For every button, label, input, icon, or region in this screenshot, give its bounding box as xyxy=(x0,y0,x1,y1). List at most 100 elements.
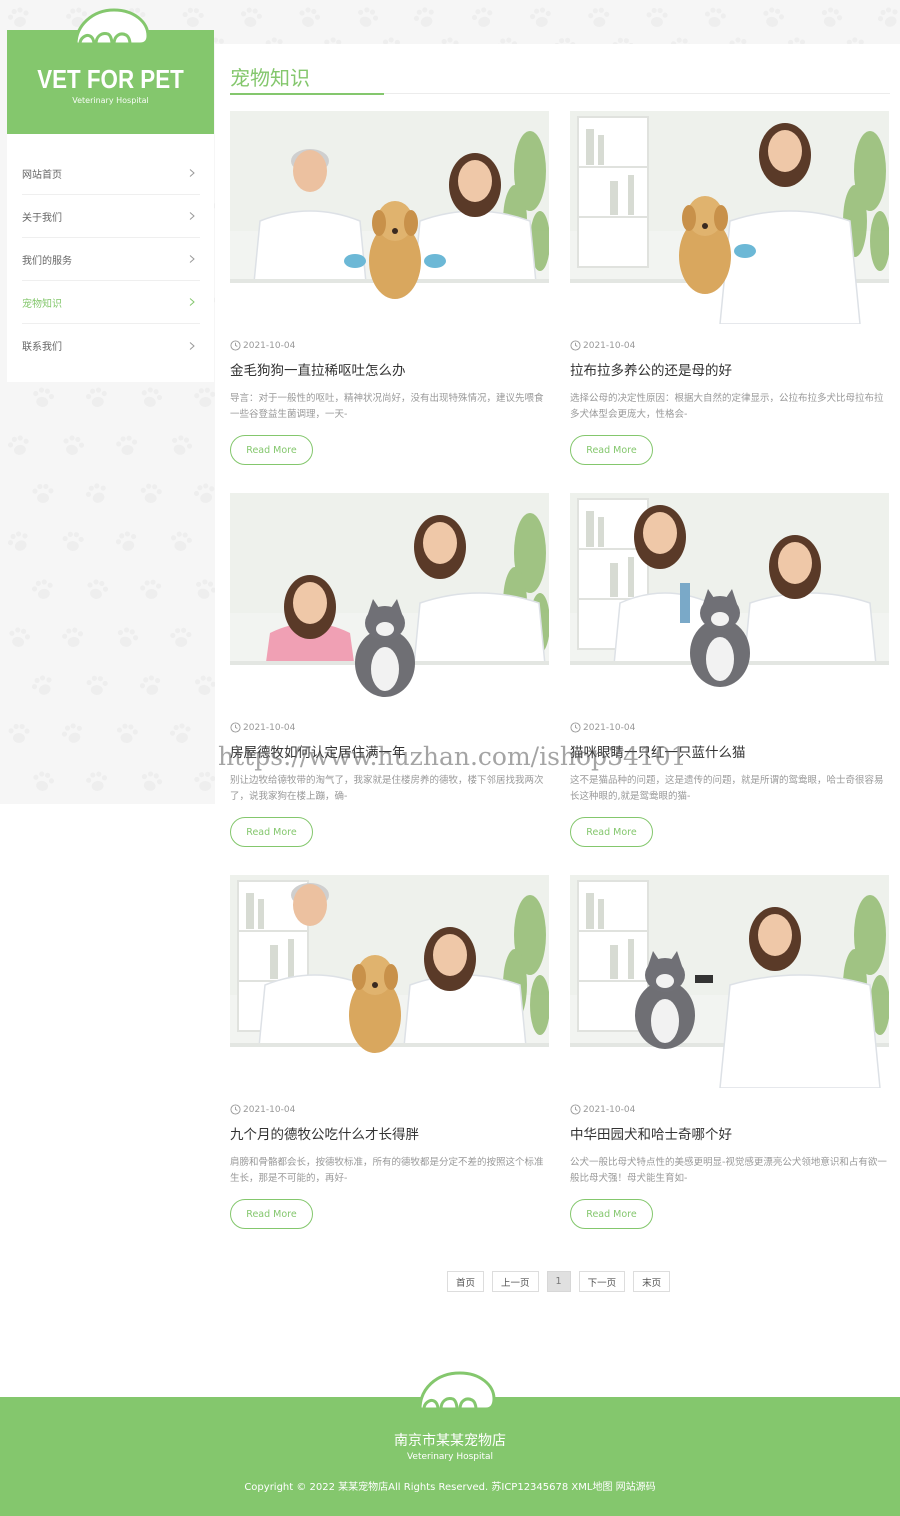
article-date-text: 2021-10-04 xyxy=(583,1104,636,1115)
paw-print-icon xyxy=(259,33,291,44)
paw-print-icon xyxy=(236,4,265,32)
paw-print-icon xyxy=(179,5,206,30)
sidebar: VET FOR PET Veterinary Hospital 网站首页 关于我… xyxy=(7,8,214,382)
paw-print-icon xyxy=(58,624,87,652)
pagination-first[interactable]: 首页 xyxy=(447,1271,485,1292)
article-card: 2021-10-04 九个月的德牧公吃什么才长得胖 肩膀和骨骼都会长，按德牧标准，所… xyxy=(230,875,549,1229)
paw-print-icon xyxy=(137,481,165,507)
article-date: 2021-10-04 xyxy=(230,722,549,733)
pagination-current[interactable]: 1 xyxy=(546,1271,571,1292)
chevron-right-icon xyxy=(189,255,195,263)
paw-print-icon xyxy=(2,526,36,559)
article-date-text: 2021-10-04 xyxy=(243,722,296,733)
paw-print-icon xyxy=(3,3,34,33)
paw-print-icon xyxy=(167,625,194,650)
read-more-button[interactable]: Read More xyxy=(230,1199,313,1229)
paw-print-icon xyxy=(57,431,88,461)
title-divider-accent xyxy=(230,93,384,95)
paw-print-icon xyxy=(191,385,215,411)
paw-print-icon xyxy=(408,2,441,34)
footer-copyright: Copyright © 2022 某某宠物店All Rights Reserve… xyxy=(244,1482,656,1493)
article-title[interactable]: 金毛狗狗一直拉稀呕吐怎么办 xyxy=(230,359,549,379)
paw-print-icon xyxy=(165,719,196,749)
paw-print-icon xyxy=(82,768,111,796)
article-title[interactable]: 中华田园犬和哈士奇哪个好 xyxy=(570,1123,889,1143)
article-summary: 公犬一般比母犬特点性的美感更明显-视觉感更漂亮公犬领地意识和占有欲一般比母犬强！… xyxy=(570,1157,887,1184)
paw-print-icon xyxy=(30,482,56,506)
paw-print-icon xyxy=(872,2,900,35)
brand-name: VET FOR PET xyxy=(37,64,184,94)
paw-print-icon xyxy=(4,431,35,460)
article-image[interactable] xyxy=(230,111,549,324)
footer-company-name: 南京市某某宠物店 xyxy=(394,1433,506,1449)
paw-logo-icon xyxy=(418,1371,496,1411)
paw-print-icon xyxy=(82,384,112,413)
article-title[interactable]: 拉布拉多养公的还是母的好 xyxy=(570,359,889,379)
article-title[interactable]: 九个月的德牧公吃什么才长得胖 xyxy=(230,1123,549,1143)
page-title: 宠物知识 xyxy=(230,66,310,90)
article-image[interactable] xyxy=(570,493,889,706)
article-date-text: 2021-10-04 xyxy=(243,340,296,351)
clock-icon xyxy=(230,722,241,733)
paw-print-icon xyxy=(293,3,324,33)
article-date: 2021-10-04 xyxy=(570,1104,889,1115)
paw-print-icon xyxy=(723,33,754,44)
sidebar-item-contact[interactable]: 联系我们 xyxy=(22,324,200,367)
paw-print-icon xyxy=(189,574,215,606)
paw-print-icon xyxy=(467,3,499,34)
footer-subtitle: Veterinary Hospital xyxy=(406,1452,494,1462)
read-more-button[interactable]: Read More xyxy=(570,817,653,847)
paw-print-icon xyxy=(135,670,167,701)
sidebar-item-home[interactable]: 网站首页 xyxy=(22,152,200,195)
paw-print-icon xyxy=(113,721,142,748)
clock-icon xyxy=(230,340,241,351)
chevron-right-icon xyxy=(189,298,195,306)
paw-print-icon xyxy=(111,622,143,653)
pagination-next[interactable]: 下一页 xyxy=(578,1271,626,1292)
article-date: 2021-10-04 xyxy=(570,340,889,351)
article-date: 2021-10-04 xyxy=(570,722,889,733)
paw-print-icon xyxy=(81,575,112,605)
paw-print-icon xyxy=(137,577,166,604)
article-title[interactable]: 猫咪眼睛一只红一只蓝什么猫 xyxy=(570,741,889,761)
article-summary: 别让边牧给德牧带的淘气了，我家就是住楼房养的德牧，楼下邻居找我两次了，说我家狗在… xyxy=(230,775,544,802)
logo[interactable]: VET FOR PET Veterinary Hospital xyxy=(7,8,214,134)
paw-print-icon xyxy=(189,479,215,510)
paw-print-icon xyxy=(135,766,167,797)
read-more-button[interactable]: Read More xyxy=(230,435,313,465)
paw-print-icon xyxy=(28,767,59,796)
clock-icon xyxy=(570,340,581,351)
pagination-prev[interactable]: 上一页 xyxy=(492,1271,539,1292)
article-image[interactable] xyxy=(230,875,549,1088)
paw-print-icon xyxy=(585,5,613,31)
paw-print-icon xyxy=(26,670,60,703)
read-more-button[interactable]: Read More xyxy=(230,817,313,847)
sidebar-item-services[interactable]: 我们的服务 xyxy=(22,238,200,281)
article-title[interactable]: 房屋德牧如何认定居住满一年 xyxy=(230,741,549,761)
paw-print-icon xyxy=(57,718,90,750)
paw-print-icon xyxy=(6,722,32,746)
sidebar-item-pet-knowledge[interactable]: 宠物知识 xyxy=(22,281,200,324)
article-image[interactable] xyxy=(570,875,889,1088)
article-date-text: 2021-10-04 xyxy=(583,722,636,733)
paw-print-icon xyxy=(111,526,143,557)
article-image[interactable] xyxy=(230,493,549,706)
pagination-last[interactable]: 末页 xyxy=(633,1271,671,1292)
paw-print-icon xyxy=(551,35,578,44)
paw-print-icon xyxy=(190,672,215,700)
paw-print-icon xyxy=(433,33,464,44)
paw-print-icon xyxy=(492,34,521,44)
sidebar-item-label: 我们的服务 xyxy=(22,255,72,267)
sidebar-item-about[interactable]: 关于我们 xyxy=(22,195,200,238)
article-image[interactable] xyxy=(570,111,889,324)
sidebar-item-label: 关于我们 xyxy=(22,212,62,224)
sidebar-item-label: 网站首页 xyxy=(22,169,62,181)
footer: 南京市某某宠物店 Veterinary Hospital Copyright ©… xyxy=(0,1371,900,1516)
article-summary: 这不是猫品种的问题，这是遗传的问题，就是所谓的鸳鸯眼，哈士奇很容易长这种眼的,就… xyxy=(570,775,884,802)
paw-print-icon xyxy=(526,4,556,33)
read-more-button[interactable]: Read More xyxy=(570,435,653,465)
paw-print-icon xyxy=(113,433,142,460)
paw-print-icon xyxy=(838,32,871,44)
read-more-button[interactable]: Read More xyxy=(570,1199,653,1229)
article-summary: 肩膀和骨骼都会长，按德牧标准，所有的德牧都是分定不差的按照这个标准生长，那是不可… xyxy=(230,1157,544,1184)
